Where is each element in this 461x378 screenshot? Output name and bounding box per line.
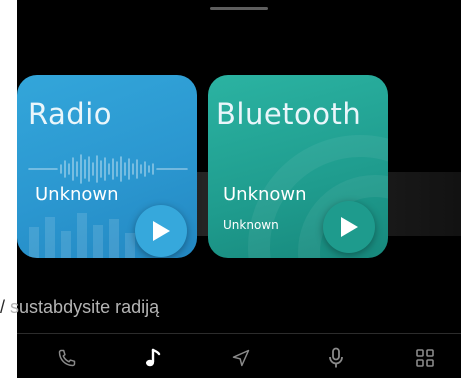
caption-text: / sustabdysite radiją [0,297,159,318]
phone-icon [58,349,76,367]
drag-handle[interactable] [210,7,268,10]
nav-apps[interactable] [411,344,439,372]
infotainment-screen: Radio Unknown Bluetooth Unknown Unknown [17,0,461,378]
bluetooth-card[interactable]: Bluetooth Unknown Unknown [208,75,388,258]
play-icon [153,221,170,241]
nav-phone[interactable] [53,344,81,372]
radio-station: Unknown [35,184,119,205]
bluetooth-track: Unknown [223,184,307,205]
bluetooth-title: Bluetooth [216,97,362,131]
waveform-graphic [28,154,188,184]
bluetooth-artist: Unknown [223,218,279,232]
apps-grid-icon [416,349,434,367]
microphone-icon [329,347,343,368]
bluetooth-play-button[interactable] [323,201,375,253]
nav-music[interactable] [139,344,167,372]
radio-play-button[interactable] [135,205,187,257]
caption-prefix: / [0,297,6,317]
music-icon [146,348,161,367]
play-icon [341,217,358,237]
navigation-icon [232,349,250,367]
bottom-nav-bar [17,334,461,378]
nav-voice[interactable] [322,344,350,372]
radio-title: Radio [28,97,112,131]
caption-body: sustabdysite radiją [10,297,160,317]
nav-navigation[interactable] [227,344,255,372]
radio-card[interactable]: Radio Unknown [17,75,197,258]
